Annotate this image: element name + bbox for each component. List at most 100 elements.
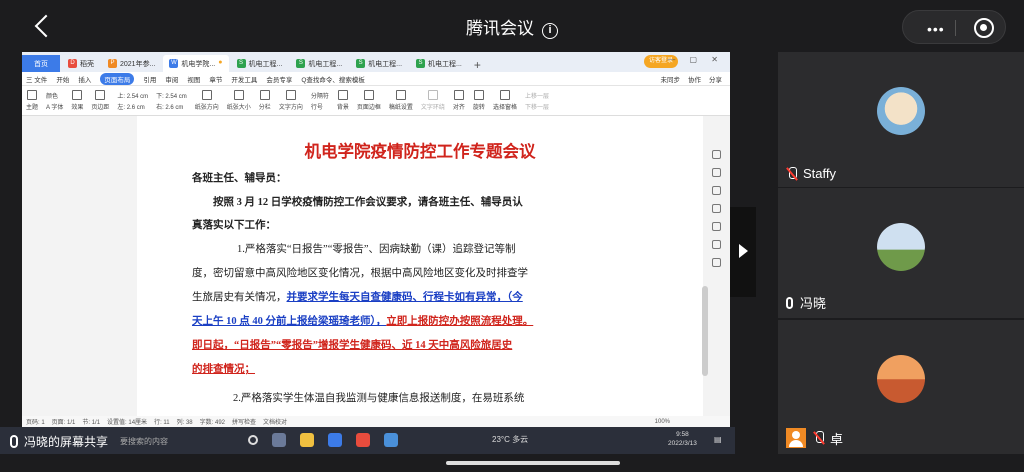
participant-name: 冯晓	[800, 296, 827, 311]
participant-name-row: Staffy	[786, 166, 836, 181]
participant-tile[interactable]: 卓	[778, 320, 1024, 454]
layer-group[interactable]: 上移一层 下移一层	[525, 91, 549, 111]
menu-chapter[interactable]: 章节	[209, 74, 222, 84]
effect-button[interactable]: 效果	[71, 90, 83, 111]
clock-time: 9:58	[676, 431, 689, 438]
status-section: 节: 1/1	[82, 420, 101, 426]
margin-icon	[95, 90, 106, 100]
menu-view[interactable]: 视图	[187, 74, 200, 84]
background-icon	[337, 90, 348, 100]
help-icon[interactable]	[712, 222, 721, 231]
menu-page-layout[interactable]: 页面布局	[100, 72, 135, 85]
avatar	[877, 355, 925, 403]
window-controls[interactable]: — ▢ ✕	[667, 55, 724, 64]
manuscript-button[interactable]: 稿纸设置	[389, 90, 413, 111]
app-icon[interactable]	[384, 433, 398, 447]
zoom-level[interactable]: 100%	[655, 419, 730, 425]
meeting-title-area: 腾讯会议 i	[0, 14, 1024, 39]
selection-pane-button[interactable]: 选择窗格	[493, 90, 517, 111]
folder-icon[interactable]	[300, 433, 314, 447]
doc-item2-line1: 2.严格落实学生体温自我监测与健康信息报送制度，在易班系统	[233, 393, 525, 404]
doc-title: 机电学院疫情防控工作专题会议	[304, 142, 536, 161]
sheet-icon: S	[416, 59, 426, 68]
weather-status[interactable]: 23°C 多云	[492, 434, 528, 445]
expand-panel-handle[interactable]	[730, 207, 756, 297]
close-target-icon[interactable]	[974, 18, 994, 38]
menu-reference[interactable]: 引用	[143, 74, 156, 84]
tab-doc-active[interactable]: W 机电学院... ●	[163, 55, 229, 72]
break-line-group[interactable]: 分隔符 行号	[311, 91, 329, 111]
gift-icon[interactable]	[712, 240, 721, 249]
color-font-group[interactable]: 颜色 A 字体	[46, 91, 63, 111]
menu-review[interactable]: 审阅	[165, 74, 178, 84]
sliders-icon[interactable]	[712, 204, 721, 213]
margin-button[interactable]: 页边距	[91, 90, 109, 111]
tab-sheet-3[interactable]: S 机电工程...	[350, 55, 408, 72]
align-icon	[453, 90, 464, 100]
tab-sheet-4[interactable]: S 机电工程...	[410, 55, 468, 72]
cursor-icon[interactable]	[712, 186, 721, 195]
sync-status[interactable]: 未同步	[661, 74, 681, 84]
participant-tile[interactable]: Staffy	[778, 52, 1024, 187]
status-words[interactable]: 字数: 492	[200, 417, 225, 426]
taskbar-clock[interactable]: 9:58 2022/3/13	[668, 430, 697, 448]
menu-right-group: 未同步 协作 分享	[661, 74, 731, 84]
info-icon[interactable]: i	[542, 23, 558, 39]
wps-tab-bar: 首页 D 稻壳 P 2021年参... W 机电学院... ● S 机电工程... S 机电…	[22, 52, 730, 72]
columns-icon	[259, 90, 270, 100]
text-direction-button[interactable]: 文字方向	[279, 90, 303, 111]
capsule-divider	[955, 20, 956, 36]
participant-tile[interactable]: 冯晓	[778, 188, 1024, 318]
shared-taskbar: 冯晓的屏幕共享 要搜索的内容 23°C 多云 9:58 2022/3/13 ▤	[0, 427, 735, 454]
menu-start[interactable]: 开始	[56, 74, 69, 84]
paper-size-button[interactable]: 纸张大小	[227, 90, 251, 111]
home-indicator[interactable]	[446, 461, 620, 465]
document-page[interactable]: 机电学院疫情防控工作专题会议 各班主任、辅导员： 按照 3 月 12 日学校疫情…	[137, 116, 703, 416]
vertical-scrollbar[interactable]	[702, 286, 708, 376]
pen-icon[interactable]	[712, 168, 721, 177]
browser-icon[interactable]	[328, 433, 342, 447]
doc-proof-button[interactable]: 文档校对	[263, 417, 287, 426]
status-pages: 页面: 1/1	[51, 420, 76, 426]
notification-icon[interactable]: ▤	[714, 435, 722, 444]
windows-search[interactable]: 要搜索的内容	[120, 436, 168, 447]
tab-home[interactable]: 首页	[22, 55, 60, 72]
unsaved-dot-icon: ●	[218, 59, 223, 66]
text-wrap-button[interactable]: 文字环绕	[421, 90, 445, 111]
share-button[interactable]: 分享	[709, 74, 722, 84]
menu-member[interactable]: 会员专享	[266, 74, 292, 84]
tab-sheet-2[interactable]: S 机电工程...	[290, 55, 348, 72]
sheet-icon: S	[236, 59, 246, 68]
task-view-icon[interactable]	[248, 435, 258, 445]
tab-sheet-1[interactable]: S 机电工程...	[231, 55, 289, 72]
app-icon[interactable]	[272, 433, 286, 447]
document-area: 机电学院疫情防控工作专题会议 各班主任、辅导员： 按照 3 月 12 日学校疫情…	[22, 116, 730, 416]
wps-icon[interactable]	[356, 433, 370, 447]
new-tab-plus-icon[interactable]: +	[474, 58, 481, 72]
menu-file[interactable]: 三 文件	[26, 74, 47, 84]
tag-icon[interactable]	[712, 150, 721, 159]
doc-item1-line2: 度，密切留意中高风险地区变化情况，根据中高风险地区变化及时排查学	[192, 268, 528, 279]
menu-dev-tools[interactable]: 开发工具	[231, 74, 257, 84]
margin-top-left[interactable]: 上: 2.54 cm 左: 2.6 cm	[117, 91, 148, 111]
background-button[interactable]: 背景	[337, 90, 349, 111]
columns-button[interactable]: 分栏	[259, 90, 271, 111]
taskbar-apps	[248, 433, 398, 447]
menu-search[interactable]: Q查找命令、搜索模板	[301, 74, 365, 84]
spell-check-button[interactable]: 拼写检查	[232, 417, 256, 426]
page-border-button[interactable]: 页面边框	[357, 90, 381, 111]
mini-program-capsule: •••	[902, 10, 1006, 44]
word-icon: W	[169, 59, 179, 68]
selection-pane-icon	[499, 90, 510, 100]
location-icon[interactable]	[712, 258, 721, 267]
orientation-button[interactable]: 纸张方向	[195, 90, 219, 111]
tab-ppt-2021[interactable]: P 2021年参...	[102, 55, 161, 72]
menu-insert[interactable]: 插入	[78, 74, 91, 84]
collab-button[interactable]: 协作	[688, 74, 701, 84]
more-options-icon[interactable]: •••	[927, 21, 945, 37]
margin-bottom-right[interactable]: 下: 2.54 cm 右: 2.6 cm	[156, 91, 187, 111]
align-button[interactable]: 对齐	[453, 90, 465, 111]
tab-daoke[interactable]: D 稻壳	[62, 55, 100, 72]
rotate-button[interactable]: 旋转	[473, 90, 485, 111]
theme-button[interactable]: 主题	[26, 90, 38, 111]
